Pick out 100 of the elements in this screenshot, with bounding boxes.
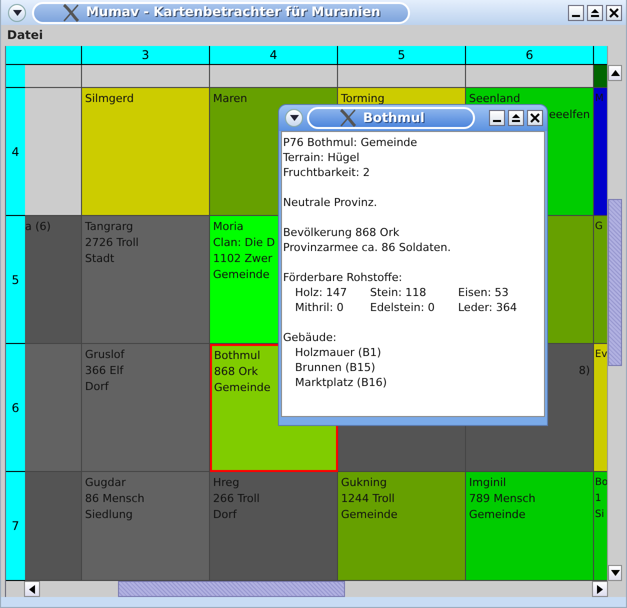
map-cell[interactable] [210, 65, 338, 88]
column-header [25, 46, 82, 65]
column-header: 3 [82, 46, 210, 65]
column-header: 4 [210, 46, 338, 65]
column-header [594, 46, 607, 65]
close-button[interactable] [606, 4, 622, 21]
map-cell[interactable]: Tangrarg 2726 Troll Stadt [82, 216, 210, 344]
resource-text: Stein: 118 [370, 285, 426, 300]
map-cell[interactable] [25, 88, 82, 216]
scroll-up-button[interactable] [608, 65, 622, 81]
maximize-button[interactable] [587, 4, 603, 21]
resource-text: Leder: 364 [458, 300, 517, 315]
cell-text: Dorf [85, 379, 109, 395]
triangle-up-icon [590, 8, 600, 18]
minimize-icon [572, 14, 580, 17]
row-header [6, 65, 25, 88]
cell-text: Bothmul [214, 348, 260, 364]
x-logo-icon [339, 109, 357, 127]
cell-text: 789 Mensch [469, 491, 536, 507]
cell-text: Dorf [213, 507, 237, 523]
cell-text: Moria [213, 219, 244, 235]
map-cell[interactable]: Imginil 789 Mensch Gemeinde [466, 472, 594, 581]
window-title: Mumav - Kartenbetrachter für Muranien [86, 5, 380, 20]
menu-item[interactable]: Datei [7, 28, 44, 42]
map-cell[interactable] [466, 65, 594, 88]
map-cell[interactable]: Bo 1 Si [594, 472, 607, 581]
scroll-right-button[interactable] [592, 581, 608, 597]
horizontal-scrollbar[interactable] [24, 581, 608, 597]
cell-text: Tangrarg [85, 219, 134, 235]
cell-text: 1 [595, 492, 602, 506]
scroll-left-button[interactable] [24, 581, 40, 597]
map-cell[interactable]: Silmgerd [82, 88, 210, 216]
map-cell[interactable] [25, 344, 82, 472]
cell-text: Gemeinde [341, 507, 398, 523]
cell-text: M [595, 92, 604, 106]
map-cell[interactable]: Gukning 1244 Troll Gemeinde [338, 472, 466, 581]
cell-text: Gemeinde [469, 507, 526, 523]
close-icon [609, 8, 619, 18]
info-heading: Gebäude: [283, 330, 336, 345]
x-logo-icon [62, 4, 80, 22]
map-cell[interactable]: G [594, 216, 607, 344]
row-header: 7 [6, 472, 25, 581]
resource-text: Edelstein: 0 [370, 300, 435, 315]
cell-text: Si [595, 508, 604, 522]
map-cell[interactable] [82, 65, 210, 88]
cell-text: G [595, 220, 603, 234]
cell-text: a (6) [25, 219, 51, 235]
minimize-button[interactable] [568, 4, 584, 21]
map-cell[interactable] [594, 65, 607, 88]
cell-text: Gugdar [85, 475, 126, 491]
window-title: Bothmul [363, 110, 425, 126]
cell-text: Bo [595, 476, 607, 490]
cell-text: 366 Elf [85, 363, 124, 379]
cell-text: Seenland [469, 91, 520, 107]
header-corner [6, 46, 25, 65]
triangle-right-icon [597, 584, 604, 594]
cell-text: eeelfen [549, 107, 590, 123]
scroll-thumb[interactable] [608, 199, 622, 366]
minimize-icon [493, 120, 501, 122]
map-cell[interactable]: Ev [594, 344, 607, 472]
cell-text: Gemeinde [214, 380, 271, 396]
cell-text: 1244 Troll [341, 491, 395, 507]
caret-down-icon [12, 10, 22, 16]
window-menu-button[interactable] [285, 109, 303, 127]
map-cell[interactable]: Gruslof 366 Elf Dorf [82, 344, 210, 472]
cell-text: Ev [595, 348, 607, 362]
map-cell[interactable] [25, 472, 82, 581]
scroll-thumb[interactable] [118, 581, 345, 597]
caret-down-icon [290, 115, 298, 121]
cell-text: 86 Mensch [85, 491, 144, 507]
cell-text: Gruslof [85, 347, 124, 363]
cell-text: Hreg [213, 475, 240, 491]
map-cell[interactable] [25, 65, 82, 88]
cell-text: Gukning [341, 475, 387, 491]
scroll-down-button[interactable] [608, 565, 622, 581]
cell-text: 1102 Zwer [213, 251, 272, 267]
cell-text: 868 Ork [214, 364, 258, 380]
cell-text: Imginil [469, 475, 506, 491]
maximize-button[interactable] [508, 110, 524, 126]
row-header: 4 [6, 88, 25, 216]
row-header: 5 [6, 216, 25, 344]
triangle-left-icon [28, 584, 35, 594]
column-header: 5 [338, 46, 466, 65]
triangle-down-icon [610, 570, 620, 576]
cell-text: Torming [341, 91, 385, 107]
cell-text: Gemeinde [213, 267, 270, 283]
map-cell[interactable] [338, 65, 466, 88]
cell-text: Clan: Die D [213, 235, 275, 251]
window-menu-button[interactable] [8, 4, 26, 22]
minimize-button[interactable] [489, 110, 505, 126]
cell-text: Maren [213, 91, 248, 107]
close-icon [530, 113, 540, 123]
row-header: 6 [6, 344, 25, 472]
resource-text: Eisen: 53 [458, 285, 509, 300]
triangle-up-icon [511, 113, 521, 123]
cell-text: 2726 Troll [85, 235, 139, 251]
cell-text: Siedlung [85, 507, 133, 523]
map-cell[interactable]: Gugdar 86 Mensch Siedlung [82, 472, 210, 581]
column-header: 6 [466, 46, 594, 65]
close-button[interactable] [527, 110, 543, 126]
